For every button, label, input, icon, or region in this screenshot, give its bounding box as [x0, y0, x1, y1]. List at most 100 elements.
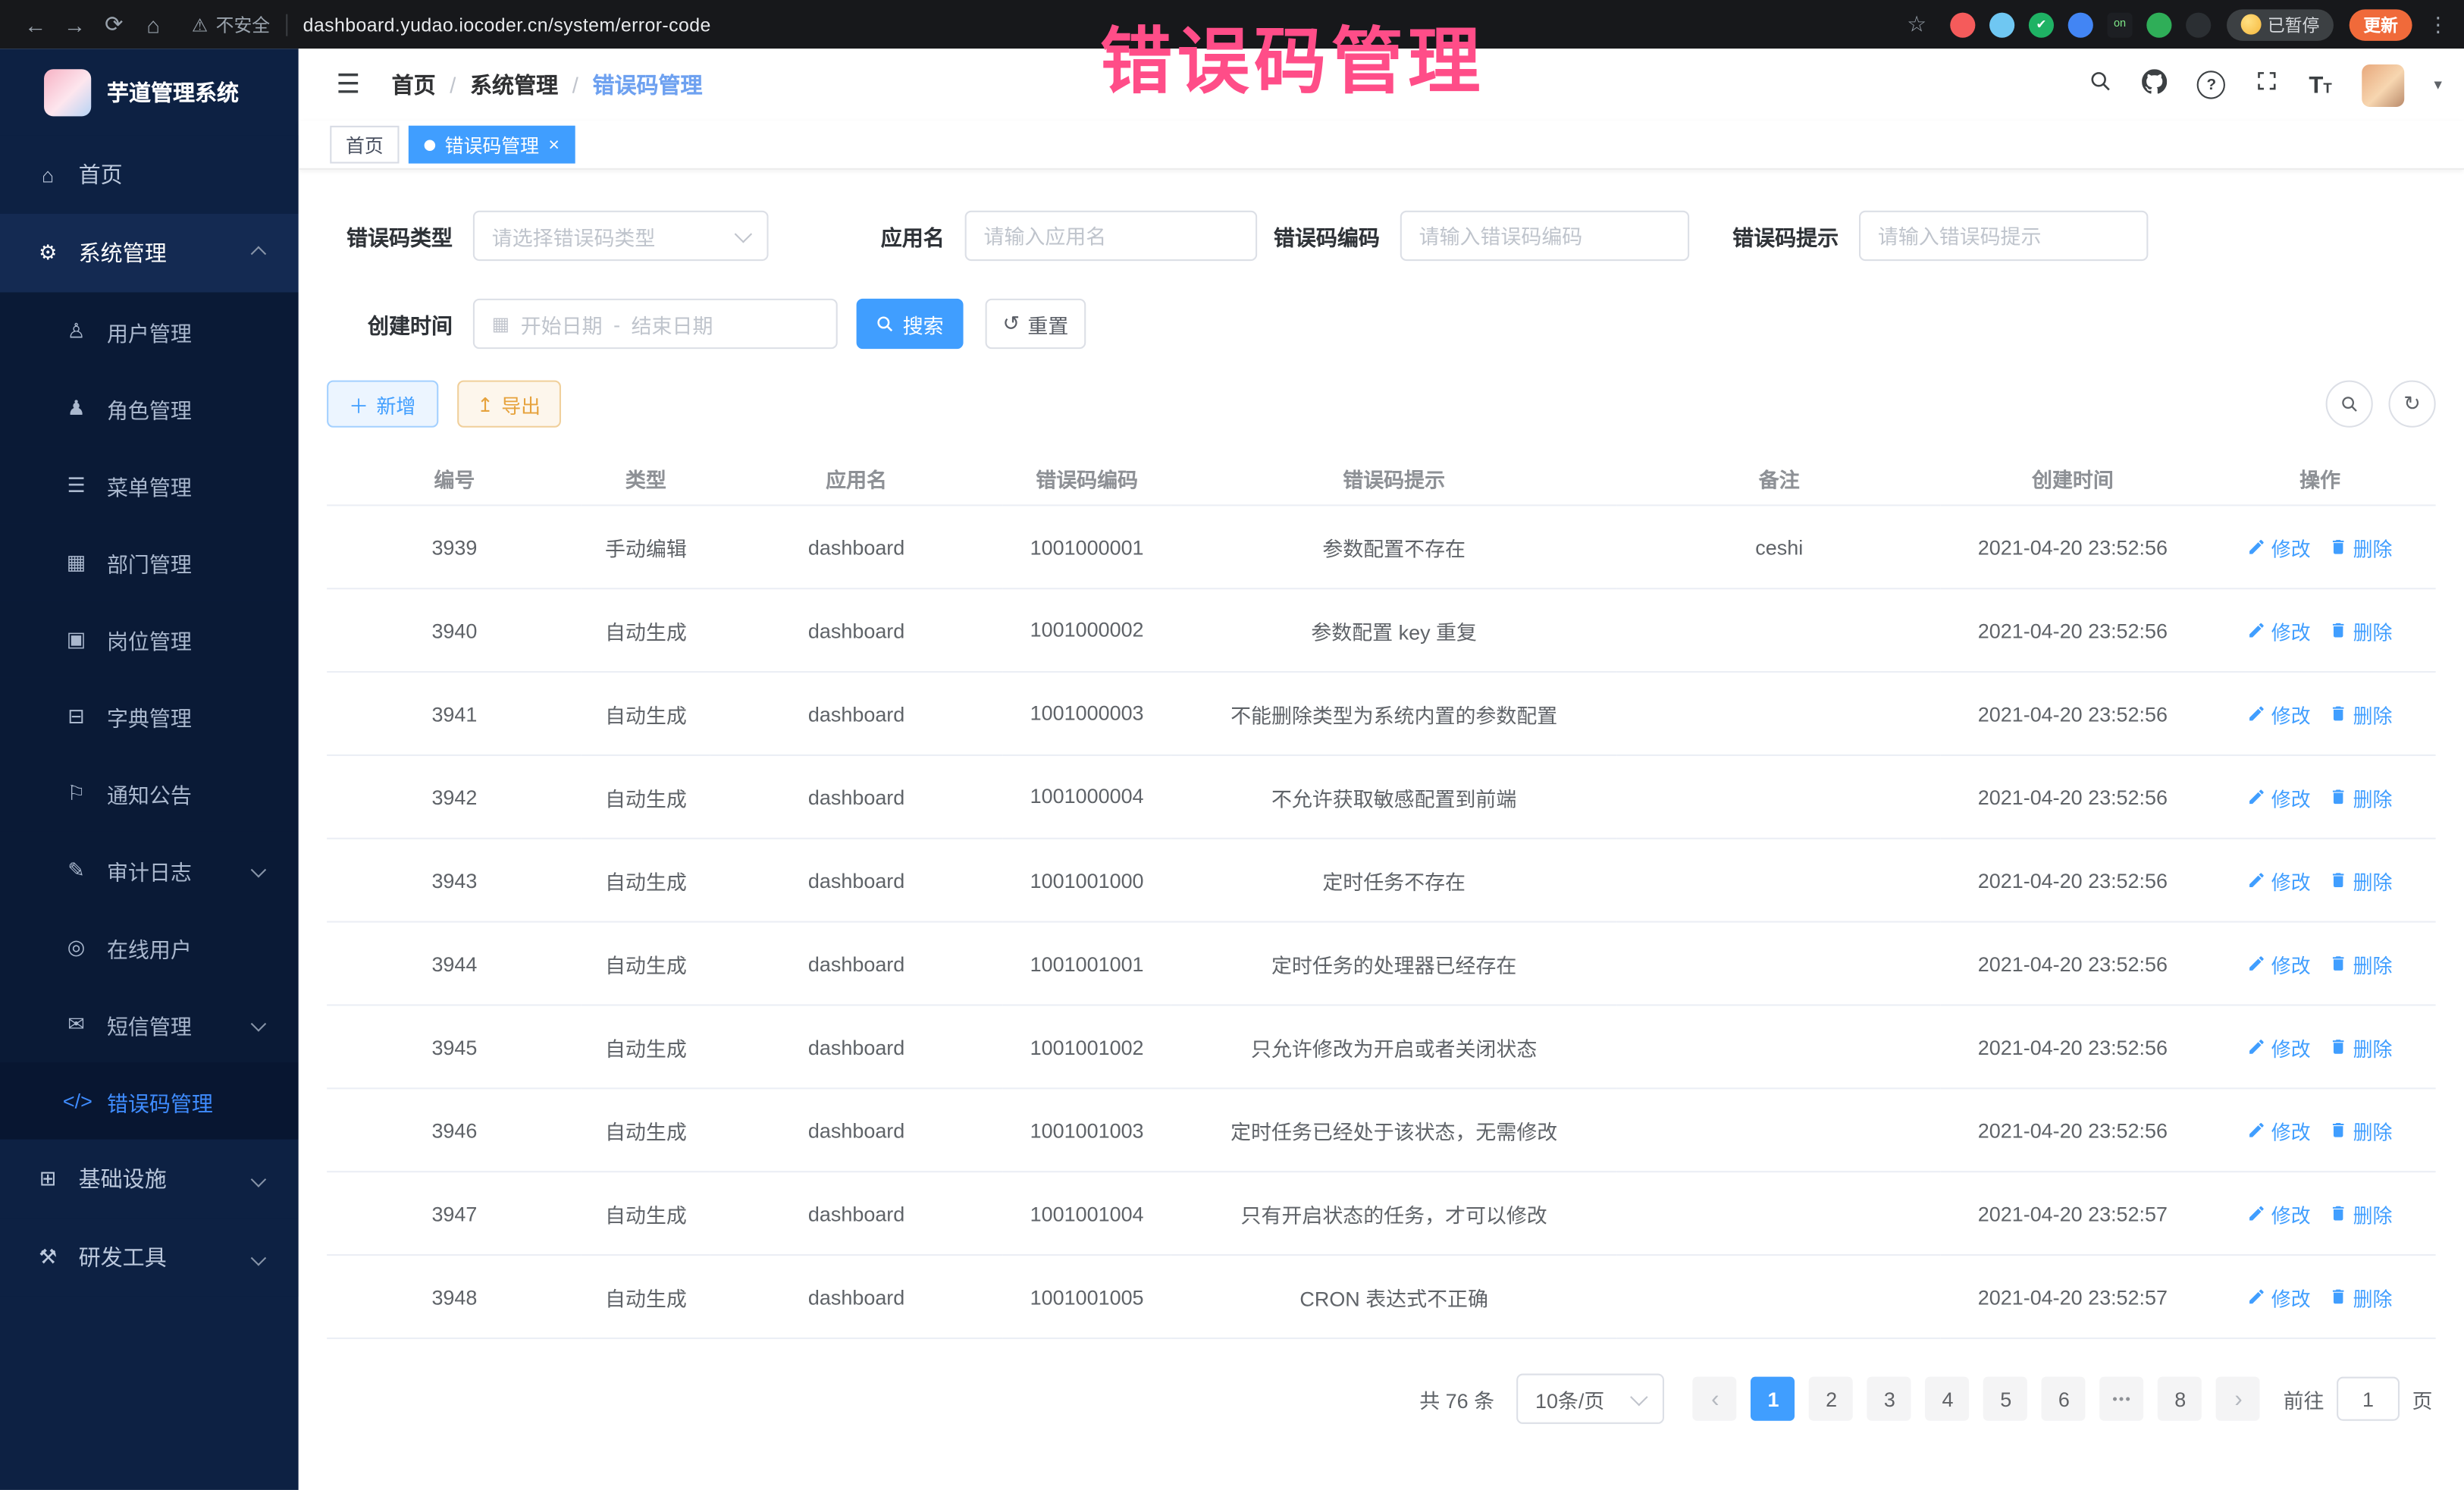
add-button[interactable]: ＋ 新增	[327, 381, 437, 428]
address-bar[interactable]: dashboard.yudao.iocoder.cn/system/error-…	[303, 14, 711, 36]
extension-dark-icon[interactable]	[2186, 12, 2211, 37]
extension-on-icon[interactable]: on	[2107, 12, 2132, 37]
export-button[interactable]: ↥ 导出	[456, 381, 561, 428]
table-row: 3946自动生成dashboard1001001003定时任务已经处于该状态，无…	[327, 1088, 2436, 1172]
tab-首页[interactable]: 首页	[330, 126, 399, 164]
back-icon[interactable]: ←	[16, 12, 55, 37]
reset-button[interactable]: ↺ 重置	[986, 299, 1086, 349]
sidebar-item-notice-management[interactable]: ⚐通知公告	[0, 754, 299, 832]
goto-page-input[interactable]	[2337, 1377, 2400, 1421]
close-icon[interactable]: ×	[548, 135, 560, 154]
row-delete-link[interactable]: 删除	[2330, 782, 2393, 811]
sidebar-item-online-user[interactable]: ◎在线用户	[0, 908, 299, 986]
app-name-input[interactable]	[965, 211, 1258, 261]
row-delete-link[interactable]: 删除	[2330, 532, 2393, 562]
sidebar-item-sms-management[interactable]: ✉短信管理	[0, 986, 299, 1063]
pager-page-8[interactable]: 8	[2158, 1377, 2202, 1421]
row-edit-link[interactable]: 修改	[2248, 615, 2311, 645]
sidebar-item-dev-tools[interactable]: ⚒研发工具	[0, 1218, 299, 1297]
extension-red-icon[interactable]	[1950, 12, 1975, 37]
row-edit-link[interactable]: 修改	[2248, 532, 2311, 562]
tab-错误码管理[interactable]: 错误码管理×	[409, 126, 575, 164]
sidebar-item-menu-management[interactable]: ☰菜单管理	[0, 447, 299, 524]
prev-page-button[interactable]: ‹	[1693, 1377, 1737, 1421]
caret-down-icon[interactable]: ▾	[2434, 77, 2442, 94]
help-icon[interactable]: ?	[2197, 71, 2225, 99]
extension-grid-icon[interactable]	[2068, 12, 2093, 37]
font-size-icon[interactable]: TT	[2309, 71, 2331, 98]
sidebar-item-audit-log[interactable]: ✎审计日志	[0, 831, 299, 908]
security-chip[interactable]: ⚠ 不安全	[192, 12, 270, 37]
breadcrumb-item[interactable]: 系统管理	[470, 69, 558, 100]
browser-menu-dots-icon[interactable]: ⋮	[2428, 12, 2448, 37]
sidebar-toggle-icon[interactable]: ☰	[337, 69, 361, 100]
bookmark-star-icon[interactable]: ☆	[1907, 11, 1926, 38]
search-icon[interactable]	[2089, 69, 2112, 100]
row-delete-link[interactable]: 删除	[2330, 615, 2393, 645]
row-edit-link[interactable]: 修改	[2248, 782, 2311, 811]
search-button[interactable]: 搜索	[857, 299, 964, 349]
breadcrumb-item[interactable]: 错误码管理	[592, 69, 702, 100]
error-type-select[interactable]: 请选择错误码类型	[473, 211, 769, 261]
row-delete-link[interactable]: 删除	[2330, 1032, 2393, 1062]
github-icon[interactable]	[2143, 68, 2168, 102]
fullscreen-icon[interactable]	[2256, 69, 2279, 100]
column-header: 编号	[327, 451, 582, 506]
row-delete-link[interactable]: 删除	[2330, 865, 2393, 895]
date-range-picker[interactable]: ▦ 开始日期 - 结束日期	[473, 299, 838, 349]
toggle-search-button[interactable]	[2326, 381, 2373, 428]
extension-green-check-icon[interactable]: ✔	[2029, 12, 2054, 37]
update-button[interactable]: 更新	[2350, 8, 2412, 39]
row-edit-link[interactable]: 修改	[2248, 1198, 2311, 1228]
sidebar-item-system-management[interactable]: ⚙系统管理	[0, 214, 299, 293]
forward-icon[interactable]: →	[55, 12, 95, 37]
profile-paused-badge[interactable]: 已暂停	[2227, 8, 2334, 39]
row-edit-link[interactable]: 修改	[2248, 1281, 2311, 1311]
sidebar-item-dict-management[interactable]: ⊟字典管理	[0, 677, 299, 754]
sidebar-item-user-management[interactable]: ♙用户管理	[0, 293, 299, 370]
sidebar-item-dept-management[interactable]: ▦部门管理	[0, 523, 299, 601]
home-icon[interactable]: ⌂	[133, 12, 173, 37]
next-page-button[interactable]: ›	[2216, 1377, 2260, 1421]
row-delete-link[interactable]: 删除	[2330, 949, 2393, 978]
breadcrumb-item[interactable]: 首页	[392, 69, 436, 100]
row-edit-link[interactable]: 修改	[2248, 949, 2311, 978]
error-code-input[interactable]	[1400, 211, 1689, 261]
sidebar-item-error-code-management[interactable]: </>错误码管理	[0, 1062, 299, 1140]
sidebar-item-home[interactable]: ⌂首页	[0, 135, 299, 214]
extension-leaf-icon[interactable]	[2146, 12, 2171, 37]
refresh-table-button[interactable]: ↻	[2389, 381, 2436, 428]
pager-page-2[interactable]: 2	[1810, 1377, 1854, 1421]
row-edit-link[interactable]: 修改	[2248, 1115, 2311, 1145]
active-dot-icon	[425, 139, 436, 150]
row-edit-link[interactable]: 修改	[2248, 698, 2311, 728]
pager-more[interactable]: •••	[2100, 1377, 2144, 1421]
extension-blue-icon[interactable]	[1989, 12, 2014, 37]
pager-page-4[interactable]: 4	[1926, 1377, 1970, 1421]
sidebar-item-role-management[interactable]: ♟角色管理	[0, 369, 299, 447]
error-hint-input[interactable]	[1859, 211, 2148, 261]
sidebar: 芋道管理系统 ⌂首页⚙系统管理♙用户管理♟角色管理☰菜单管理▦部门管理▣岗位管理…	[0, 49, 299, 1490]
row-edit-link[interactable]: 修改	[2248, 1032, 2311, 1062]
row-delete-link[interactable]: 删除	[2330, 698, 2393, 728]
sidebar-item-infrastructure[interactable]: ⊞基础设施	[0, 1140, 299, 1219]
pager-page-1[interactable]: 1	[1751, 1377, 1795, 1421]
row-code-text: 1001000004	[1027, 780, 1147, 814]
row-delete-link[interactable]: 删除	[2330, 1281, 2393, 1311]
sidebar-item-post-management[interactable]: ▣岗位管理	[0, 601, 299, 678]
row-delete-link[interactable]: 删除	[2330, 1115, 2393, 1145]
search-icon	[876, 315, 895, 334]
user-avatar[interactable]	[2362, 64, 2404, 106]
row-time: 2021-04-20 23:52:56	[1941, 505, 2204, 588]
pager-page-6[interactable]: 6	[2042, 1377, 2086, 1421]
pager-page-5[interactable]: 5	[1984, 1377, 2028, 1421]
page-size-select[interactable]: 10条/页	[1516, 1374, 1664, 1424]
row-id: 3939	[327, 505, 582, 588]
row-edit-link[interactable]: 修改	[2248, 865, 2311, 895]
reload-icon[interactable]: ⟳	[94, 11, 133, 38]
row-delete-link[interactable]: 删除	[2330, 1198, 2393, 1228]
row-type: 自动生成	[582, 1172, 710, 1255]
online-user-icon: ◎	[63, 934, 89, 959]
logo[interactable]: 芋道管理系统	[0, 49, 299, 135]
pager-page-3[interactable]: 3	[1867, 1377, 1911, 1421]
